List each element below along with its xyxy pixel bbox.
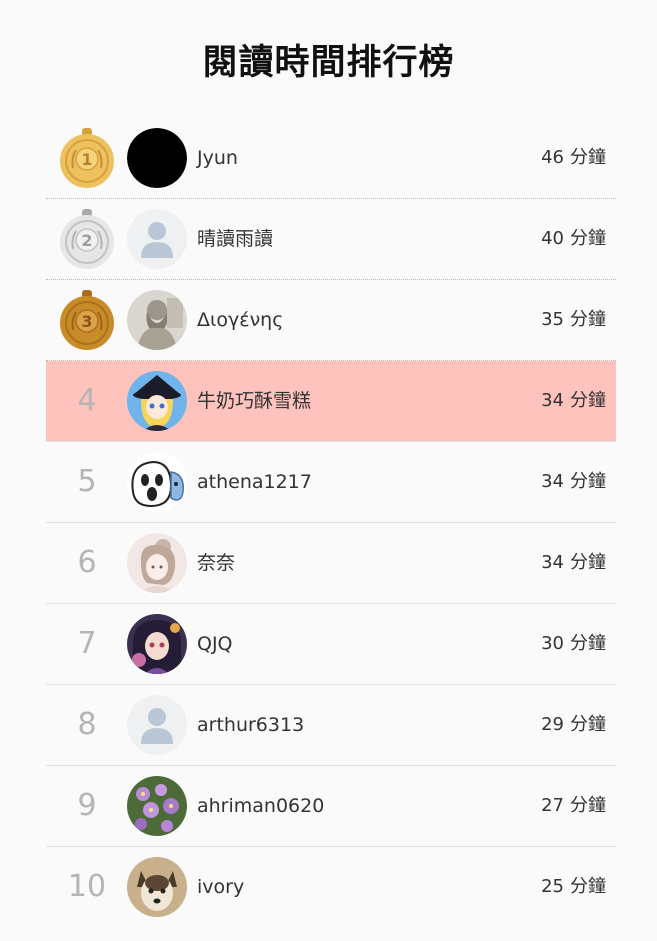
minutes-value: 40	[541, 228, 564, 249]
avatar[interactable]	[127, 452, 187, 512]
reading-time: 34 分鐘	[541, 361, 606, 441]
user-name[interactable]: ahriman0620	[197, 766, 324, 846]
user-name[interactable]: 奈奈	[197, 523, 235, 603]
leaderboard-row[interactable]: 2 晴讀雨讀 40 分鐘	[46, 199, 616, 280]
leaderboard-row[interactable]: 8 arthur6313 29 分鐘	[46, 685, 616, 766]
leaderboard-row[interactable]: 7 QJQ 30 分鐘	[46, 604, 616, 685]
leaderboard-row[interactable]: 3 Διογένης 35 分鐘	[46, 280, 616, 361]
reading-time: 29 分鐘	[541, 685, 606, 765]
avatar[interactable]	[127, 533, 187, 593]
medal-rank-text: 2	[81, 231, 92, 250]
avatar[interactable]	[127, 857, 187, 917]
leaderboard-row[interactable]: 10 ivory 25 分鐘	[46, 847, 616, 927]
gold-medal-icon: 1	[59, 128, 115, 188]
avatar[interactable]	[127, 209, 187, 269]
avatar[interactable]	[127, 695, 187, 755]
minutes-value: 34	[541, 390, 564, 411]
reading-time: 34 分鐘	[541, 523, 606, 603]
user-name[interactable]: Διογένης	[197, 280, 283, 360]
minutes-value: 27	[541, 795, 564, 816]
avatar[interactable]	[127, 614, 187, 674]
leaderboard-row[interactable]: 1 Jyun 46 分鐘	[46, 118, 616, 199]
minutes-value: 34	[541, 552, 564, 573]
bronze-medal-icon: 3	[59, 290, 115, 350]
user-name[interactable]: ivory	[197, 847, 244, 927]
user-name[interactable]: QJQ	[197, 604, 233, 684]
minutes-value: 30	[541, 633, 564, 654]
minutes-value: 35	[541, 309, 564, 330]
minutes-unit: 分鐘	[570, 228, 606, 249]
minutes-unit: 分鐘	[570, 147, 606, 168]
reading-time: 27 分鐘	[541, 766, 606, 846]
minutes-unit: 分鐘	[570, 309, 606, 330]
leaderboard-row[interactable]: 6 奈奈 34 分鐘	[46, 523, 616, 604]
minutes-unit: 分鐘	[570, 390, 606, 411]
rank-number: 10	[67, 869, 107, 904]
minutes-unit: 分鐘	[570, 633, 606, 654]
user-name[interactable]: arthur6313	[197, 685, 304, 765]
avatar[interactable]	[127, 128, 187, 188]
rank-number: 4	[77, 383, 97, 418]
rank-number: 7	[77, 626, 97, 661]
avatar[interactable]	[127, 776, 187, 836]
user-name[interactable]: athena1217	[197, 442, 312, 522]
minutes-value: 29	[541, 714, 564, 735]
leaderboard-row[interactable]: 9 ahriman0620 27 分鐘	[46, 766, 616, 847]
page-title: 閱讀時間排行榜	[202, 43, 455, 83]
leaderboard-list: 1 Jyun 46 分鐘 2 晴讀雨讀 40 分鐘 3 Διογένης 35 …	[46, 118, 616, 927]
reading-time: 34 分鐘	[541, 442, 606, 522]
minutes-value: 46	[541, 147, 564, 168]
leaderboard-row[interactable]: 5 athena1217 34 分鐘	[46, 442, 616, 523]
minutes-value: 25	[541, 876, 564, 897]
rank-number: 6	[77, 545, 97, 580]
reading-time: 35 分鐘	[541, 280, 606, 360]
user-name[interactable]: Jyun	[197, 118, 238, 198]
minutes-unit: 分鐘	[570, 876, 606, 897]
reading-time: 30 分鐘	[541, 604, 606, 684]
reading-time: 46 分鐘	[541, 118, 606, 198]
silver-medal-icon: 2	[59, 209, 115, 269]
minutes-unit: 分鐘	[570, 714, 606, 735]
avatar[interactable]	[127, 290, 187, 350]
minutes-value: 34	[541, 471, 564, 492]
minutes-unit: 分鐘	[570, 471, 606, 492]
rank-number: 9	[77, 788, 97, 823]
medal-rank-text: 3	[81, 312, 92, 331]
user-name[interactable]: 牛奶巧酥雪糕	[197, 361, 311, 441]
reading-time: 25 分鐘	[541, 847, 606, 927]
avatar[interactable]	[127, 371, 187, 431]
medal-rank-text: 1	[81, 150, 92, 169]
leaderboard-row-current-user[interactable]: 4 牛奶巧酥雪糕 34 分鐘	[46, 361, 616, 442]
rank-number: 5	[77, 464, 97, 499]
minutes-unit: 分鐘	[570, 552, 606, 573]
user-name[interactable]: 晴讀雨讀	[197, 199, 273, 279]
reading-time: 40 分鐘	[541, 199, 606, 279]
rank-number: 8	[77, 707, 97, 742]
minutes-unit: 分鐘	[570, 795, 606, 816]
